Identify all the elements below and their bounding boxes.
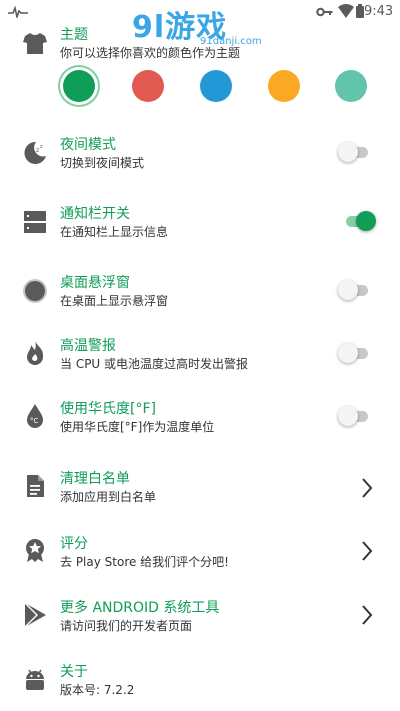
- vpn-key-icon: [316, 7, 333, 17]
- floating-ball-icon: [23, 279, 47, 303]
- activity-pulse-icon: [8, 6, 28, 18]
- theme-color-teal[interactable]: [335, 70, 367, 102]
- theme-color-blue[interactable]: [200, 70, 232, 102]
- svg-text:z: z: [40, 144, 43, 150]
- temperature-drop-icon: °C: [27, 404, 43, 428]
- whitelist-title: 清理白名单: [60, 471, 130, 487]
- night-mode-subtitle: 切换到夜间模式: [60, 156, 145, 170]
- fahrenheit-title: 使用华氏度[°F]: [60, 401, 156, 417]
- more-tools-subtitle: 请访问我们的开发者页面: [60, 619, 193, 633]
- high-temp-toggle[interactable]: [338, 342, 368, 364]
- about-subtitle: 版本号: 7.2.2: [60, 683, 135, 697]
- high-temp-setting[interactable]: 高温警报 当 CPU 或电池温度过高时发出警报: [0, 335, 400, 385]
- flame-icon: [27, 341, 44, 365]
- high-temp-toggle-knob: [338, 343, 358, 363]
- chevron-right-icon: [362, 478, 373, 498]
- more-tools-item[interactable]: 更多 ANDROID 系统工具 请访问我们的开发者页面: [0, 597, 400, 647]
- float-window-toggle[interactable]: [338, 279, 368, 301]
- night-mode-toggle[interactable]: [338, 141, 368, 163]
- award-badge-icon: [26, 539, 44, 562]
- night-mode-setting[interactable]: z z 夜间模式 切换到夜间模式: [0, 134, 400, 184]
- notification-toggle-knob: [356, 211, 376, 231]
- night-moon-icon: z z: [24, 141, 46, 164]
- about-title: 关于: [60, 664, 88, 680]
- night-mode-title: 夜间模式: [60, 137, 116, 153]
- more-tools-title: 更多 ANDROID 系统工具: [60, 600, 220, 616]
- tshirt-icon: [23, 33, 47, 54]
- high-temp-subtitle: 当 CPU 或电池温度过高时发出警报: [60, 357, 249, 371]
- notification-subtitle: 在通知栏上显示信息: [60, 225, 169, 239]
- theme-setting: 主题 你可以选择你喜欢的颜色作为主题: [0, 24, 400, 114]
- theme-color-red[interactable]: [132, 70, 164, 102]
- fahrenheit-toggle-knob: [338, 406, 358, 426]
- chevron-right-icon: [362, 605, 373, 625]
- float-window-subtitle: 在桌面上显示悬浮窗: [60, 294, 169, 308]
- battery-icon: [356, 4, 364, 18]
- notification-toggle[interactable]: [338, 210, 376, 232]
- wifi-icon: [338, 4, 354, 18]
- play-store-icon: [24, 602, 46, 628]
- fahrenheit-subtitle: 使用华氏度[°F]作为温度单位: [60, 420, 215, 434]
- document-icon: [27, 475, 44, 497]
- android-robot-icon: [26, 669, 44, 690]
- rate-subtitle: 去 Play Store 给我们评个分吧!: [60, 555, 229, 569]
- whitelist-item[interactable]: 清理白名单 添加应用到白名单: [0, 468, 400, 518]
- theme-title: 主题: [60, 27, 88, 43]
- svg-text:°C: °C: [30, 417, 39, 425]
- float-window-toggle-knob: [338, 280, 358, 300]
- rate-item[interactable]: 评分 去 Play Store 给我们评个分吧!: [0, 533, 400, 583]
- notification-title: 通知栏开关: [60, 206, 130, 222]
- float-window-title: 桌面悬浮窗: [60, 275, 130, 291]
- theme-subtitle: 你可以选择你喜欢的颜色作为主题: [60, 46, 241, 60]
- night-mode-toggle-knob: [338, 142, 358, 162]
- theme-color-green[interactable]: [63, 70, 95, 102]
- whitelist-subtitle: 添加应用到白名单: [60, 490, 157, 504]
- rate-title: 评分: [60, 536, 88, 552]
- chevron-right-icon: [362, 541, 373, 561]
- notification-panel-icon: [24, 211, 46, 233]
- svg-text:z: z: [36, 147, 39, 154]
- theme-color-orange[interactable]: [268, 70, 300, 102]
- high-temp-title: 高温警报: [60, 338, 116, 354]
- status-time: 9:43: [364, 4, 394, 19]
- fahrenheit-toggle[interactable]: [338, 405, 368, 427]
- float-window-setting[interactable]: 桌面悬浮窗 在桌面上显示悬浮窗: [0, 272, 400, 322]
- about-item[interactable]: 关于 版本号: 7.2.2: [0, 661, 400, 706]
- notification-setting[interactable]: 通知栏开关 在通知栏上显示信息: [0, 203, 400, 253]
- fahrenheit-setting[interactable]: °C 使用华氏度[°F] 使用华氏度[°F]作为温度单位: [0, 398, 400, 448]
